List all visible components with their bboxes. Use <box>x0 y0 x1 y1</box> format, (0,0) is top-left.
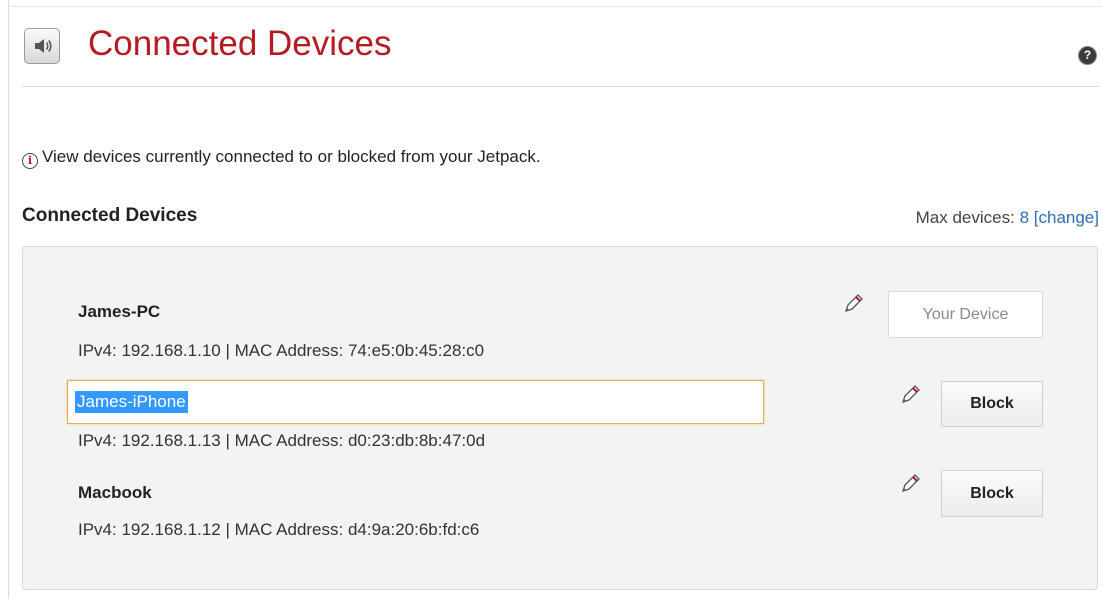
page-top-border <box>8 6 1103 7</box>
change-max-devices-link[interactable]: [change] <box>1034 208 1099 227</box>
device-name: Macbook <box>78 483 152 502</box>
header-divider <box>22 86 1100 87</box>
pencil-icon[interactable] <box>899 384 921 406</box>
max-devices-value[interactable]: 8 <box>1020 208 1029 227</box>
section-title: Connected Devices <box>22 205 198 226</box>
device-meta: IPv4: 192.168.1.12 | MAC Address: d4:9a:… <box>78 520 480 539</box>
connected-devices-page: Connected Devices ? i View devices curren… <box>0 0 1103 599</box>
block-button[interactable]: Block <box>941 470 1043 517</box>
device-name: James-PC <box>78 302 161 321</box>
pencil-icon[interactable] <box>842 293 864 315</box>
speaker-icon <box>24 28 60 64</box>
device-meta: IPv4: 192.168.1.13 | MAC Address: d0:23:… <box>78 431 486 450</box>
help-icon[interactable]: ? <box>1078 46 1097 65</box>
device-name-input-value: James-iPhone <box>75 391 188 413</box>
device-name-input[interactable]: James-iPhone <box>67 380 764 424</box>
device-meta: IPv4: 192.168.1.10 | MAC Address: 74:e5:… <box>78 341 485 360</box>
page-title: Connected Devices <box>88 24 392 63</box>
max-devices-label: Max devices: <box>915 208 1015 227</box>
block-button[interactable]: Block <box>941 381 1043 427</box>
your-device-button: Your Device <box>888 291 1043 338</box>
info-text: View devices currently connected to or b… <box>42 147 541 166</box>
page-header: Connected Devices ? <box>22 20 1103 86</box>
info-icon: i <box>22 153 38 169</box>
info-message: i View devices currently connected to or … <box>22 147 541 169</box>
max-devices: Max devices: 8 [change] <box>916 208 1099 228</box>
pencil-icon[interactable] <box>899 473 921 495</box>
page-left-border <box>8 0 9 599</box>
